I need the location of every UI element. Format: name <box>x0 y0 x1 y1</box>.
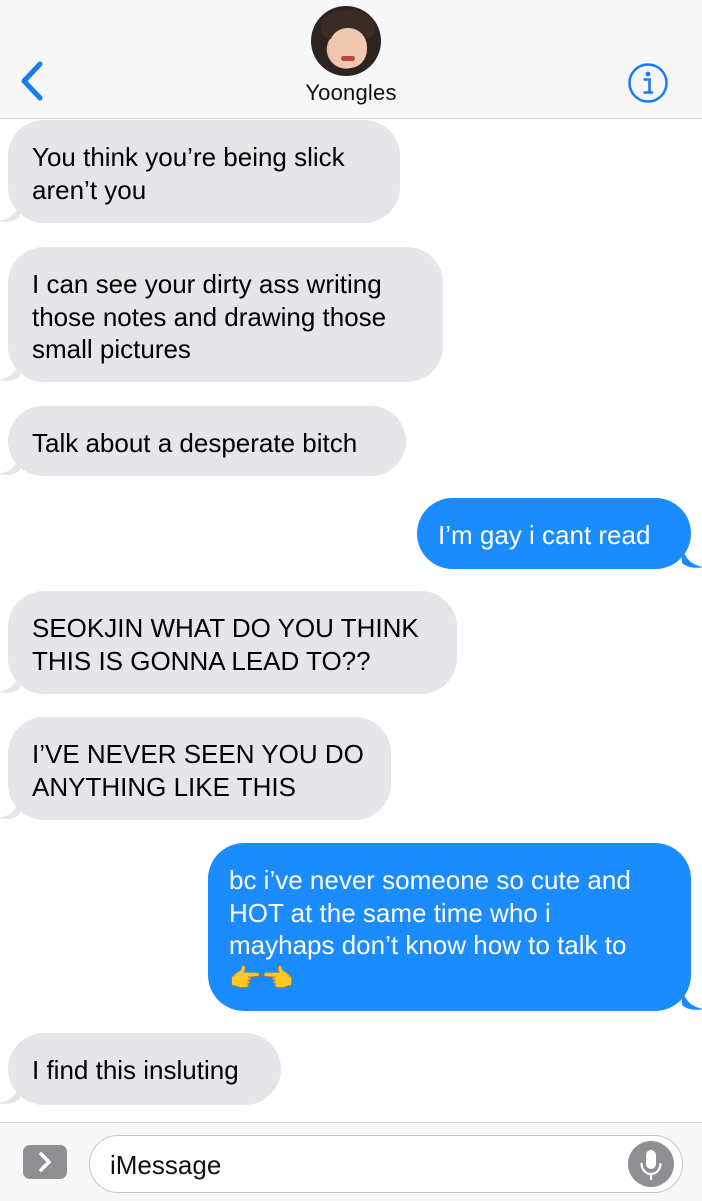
incoming-message[interactable]: I’VE NEVER SEEN YOU DO ANYTHING LIKE THI… <box>8 717 391 820</box>
bubble-tail <box>0 358 20 381</box>
outgoing-message[interactable]: bc i’ve never someone so cute and HOT at… <box>208 843 691 1011</box>
chevron-left-icon <box>21 61 43 101</box>
bubble-tail <box>0 1081 20 1104</box>
incoming-message[interactable]: I find this insluting <box>8 1033 281 1105</box>
outgoing-message[interactable]: I’m gay i cant read <box>417 498 691 569</box>
bubble-tail <box>0 670 20 693</box>
microphone-icon <box>640 1150 662 1180</box>
conversation-header: Yoongles <box>0 0 702 119</box>
message-field[interactable] <box>89 1135 683 1193</box>
back-button[interactable] <box>14 58 50 104</box>
compose-bar <box>0 1122 702 1201</box>
contact-name[interactable]: Yoongles <box>71 80 631 106</box>
bubble-tail <box>682 987 702 1010</box>
incoming-message[interactable]: You think you’re being slick aren’t you <box>8 120 400 223</box>
info-button[interactable] <box>627 62 669 104</box>
incoming-message[interactable]: I can see your dirty ass writing those n… <box>8 247 443 382</box>
bubble-tail <box>682 545 702 568</box>
bubble-tail <box>0 199 20 222</box>
info-icon <box>628 63 668 103</box>
bubble-tail <box>0 796 20 819</box>
contact-avatar[interactable] <box>311 6 381 76</box>
bubble-tail <box>0 452 20 475</box>
incoming-message[interactable]: Talk about a desperate bitch <box>8 406 406 476</box>
incoming-message[interactable]: SEOKJIN WHAT DO YOU THINK THIS IS GONNA … <box>8 591 457 694</box>
chevron-right-icon <box>39 1152 51 1172</box>
message-input[interactable] <box>108 1142 612 1188</box>
expand-apps-button[interactable] <box>23 1145 67 1179</box>
dictation-button[interactable] <box>628 1141 674 1187</box>
